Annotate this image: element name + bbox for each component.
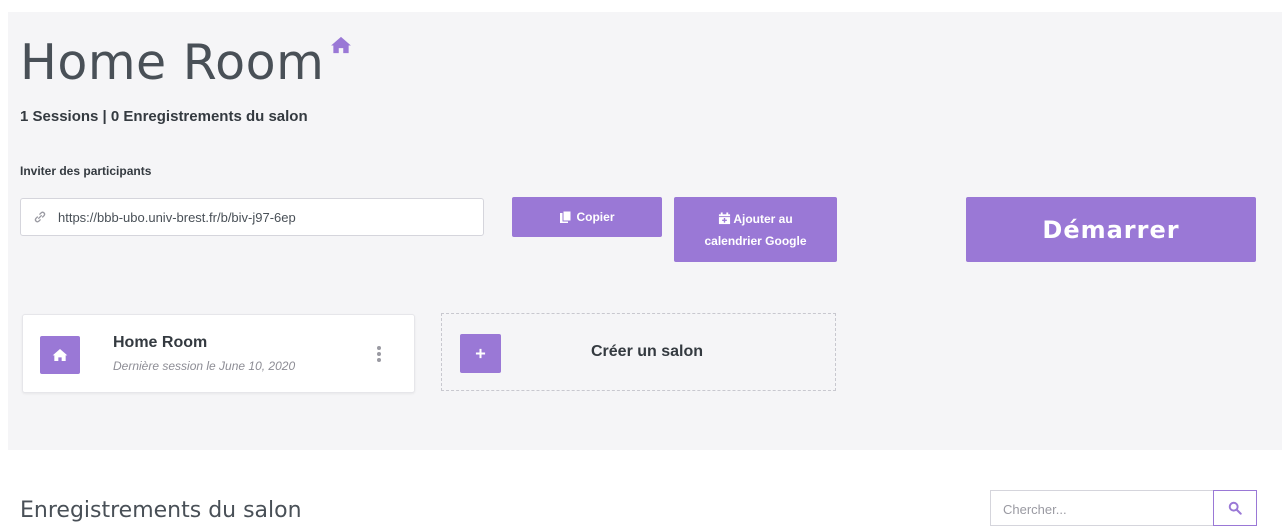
room-card-last-session: Dernière session le June 10, 2020 [113,359,296,373]
search-button[interactable] [1213,490,1257,526]
invite-label: Inviter des participants [20,164,152,178]
search-input[interactable] [1001,492,1205,526]
start-button[interactable]: Démarrer [966,197,1256,262]
home-icon [52,349,68,361]
recordings-search-box[interactable] [990,490,1214,526]
copy-button[interactable]: Copier [512,197,662,237]
create-room-label: Créer un salon [591,343,704,360]
room-stats: 1 Sessions | 0 Enregistrements du salon [20,108,308,125]
page-title: Home Room [20,34,325,91]
copy-icon [560,210,572,223]
copy-button-label: Copier [576,210,615,224]
home-icon [331,36,352,54]
room-header: Home Room [20,34,352,92]
room-card-home-room[interactable]: Home Room Dernière session le June 10, 2… [22,314,415,393]
add-to-google-calendar-button[interactable]: Ajouter au calendrier Google [674,197,837,262]
room-card-icon [40,336,80,374]
link-icon [34,211,46,223]
plus-icon[interactable] [460,334,501,373]
room-card-name: Home Room [113,334,208,351]
calendar-button-label-line2: calendrier Google [704,233,807,248]
kebab-menu-icon[interactable] [375,346,383,364]
invite-link-field[interactable]: https://bbb-ubo.univ-brest.fr/b/biv-j97-… [20,198,484,236]
calendar-button-label-line1: Ajouter au [733,211,793,226]
search-icon [1228,501,1242,515]
calendar-plus-icon [719,212,731,225]
invite-url: https://bbb-ubo.univ-brest.fr/b/biv-j97-… [58,209,296,225]
create-room-card[interactable]: Créer un salon [441,313,836,391]
plus-glyph [475,348,486,359]
recordings-title: Enregistrements du salon [20,498,302,523]
